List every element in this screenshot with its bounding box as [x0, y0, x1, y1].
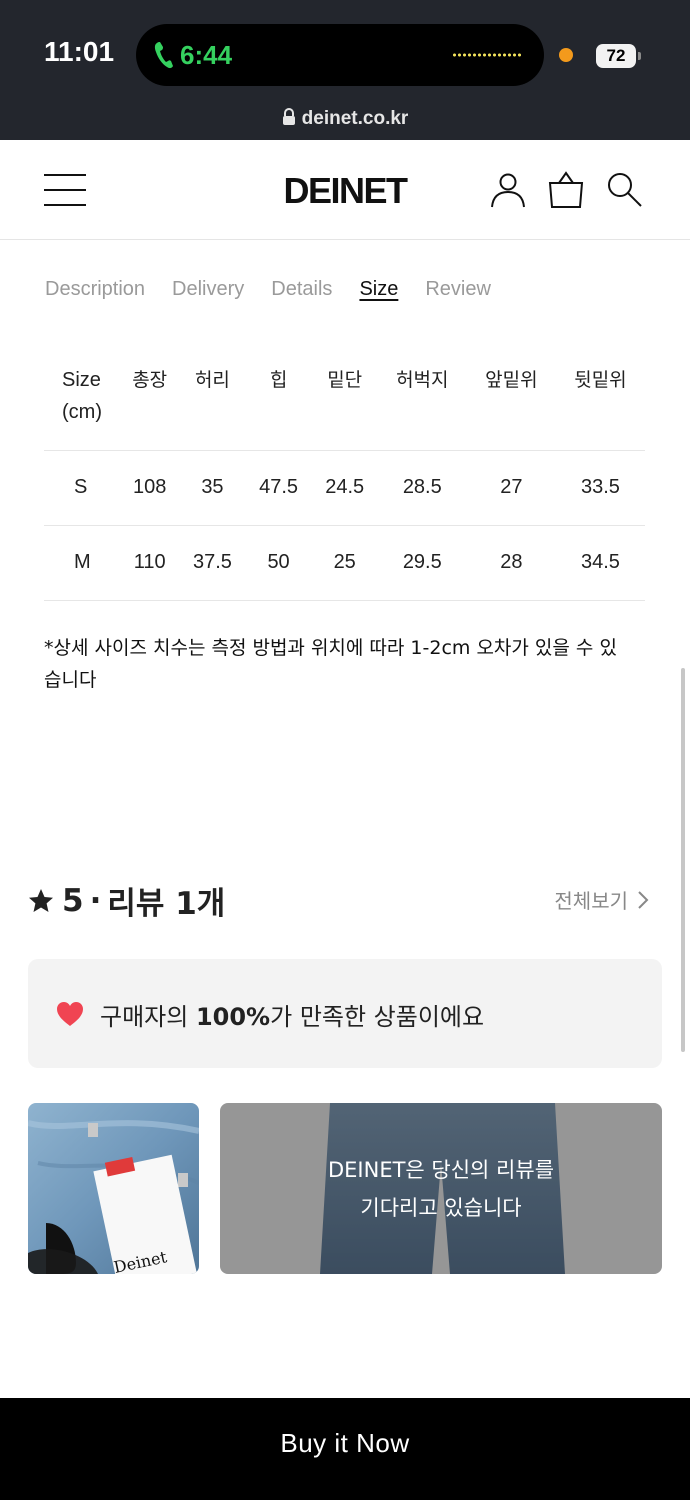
- column-header: 앞밑위: [466, 352, 556, 451]
- review-count: 리뷰 1개: [107, 886, 226, 922]
- site-header: DEINET: [0, 140, 690, 240]
- url-text: deinet.co.kr: [301, 108, 409, 129]
- heart-icon: [57, 1002, 83, 1026]
- placeholder-line-2: 기다리고 있습니다: [360, 1196, 522, 1220]
- search-icon[interactable]: [604, 170, 644, 210]
- review-summary: 5 · 리뷰 1개: [28, 878, 225, 923]
- buy-now-button[interactable]: Buy it Now: [0, 1398, 690, 1500]
- tab-size[interactable]: Size: [359, 278, 398, 301]
- site-logo[interactable]: DEINET: [0, 170, 690, 212]
- chevron-right-icon: [638, 890, 649, 909]
- table-cell: 47.5: [245, 450, 312, 526]
- recording-dot-icon: [559, 48, 573, 62]
- table-cell: 108: [120, 450, 180, 526]
- call-indicator[interactable]: 6:44: [136, 24, 544, 86]
- call-duration: 6:44: [180, 40, 233, 70]
- product-tabs: Description Delivery Details Size Review: [45, 278, 491, 301]
- column-header: 허리: [179, 352, 246, 451]
- size-header-label: Size: [62, 369, 101, 391]
- hamburger-menu-icon[interactable]: [44, 172, 86, 208]
- table-cell: 28.5: [377, 450, 467, 526]
- table-cell: 37.5: [179, 525, 246, 601]
- column-header: 힙: [245, 352, 312, 451]
- size-cell: M: [44, 525, 120, 601]
- table-cell: 50: [245, 525, 312, 601]
- lock-icon: [282, 108, 295, 125]
- tab-review[interactable]: Review: [425, 278, 491, 301]
- phone-icon: [154, 42, 173, 69]
- size-header: Size (cm): [44, 352, 120, 451]
- table-cell: 34.5: [555, 525, 645, 601]
- column-header: 뒷밑위: [555, 352, 645, 451]
- table-cell: 27: [466, 450, 556, 526]
- satisfaction-banner: 구매자의 100%가 만족한 상품이에요: [28, 959, 662, 1068]
- size-note: *상세 사이즈 치수는 측정 방법과 위치에 따라 1-2cm 오차가 있을 수…: [44, 637, 617, 691]
- table-cell: 25: [311, 525, 378, 601]
- review-separator: ·: [89, 882, 102, 919]
- account-icon[interactable]: [488, 170, 528, 210]
- table-row: S 108 35 47.5 24.5 28.5 27 33.5: [44, 450, 645, 526]
- page-scrollbar[interactable]: [681, 668, 685, 1052]
- placeholder-text: DEINET은 당신의 리뷰를 기다리고 있습니다: [220, 1151, 662, 1227]
- star-icon: [29, 888, 53, 912]
- table-row: M 110 37.5 50 25 29.5 28 34.5: [44, 525, 645, 601]
- size-cell: S: [44, 450, 120, 526]
- table-cell: 24.5: [311, 450, 378, 526]
- table-cell: 33.5: [555, 450, 645, 526]
- tab-details[interactable]: Details: [271, 278, 332, 301]
- placeholder-line-1: DEINET은 당신의 리뷰를: [327, 1158, 555, 1182]
- review-rating: 5: [62, 882, 84, 919]
- review-placeholder[interactable]: DEINET은 당신의 리뷰를 기다리고 있습니다: [220, 1103, 662, 1274]
- table-cell: 35: [179, 450, 246, 526]
- battery-level: 72: [596, 44, 636, 68]
- column-header: 허벅지: [377, 352, 467, 451]
- tab-description[interactable]: Description: [45, 278, 145, 301]
- review-photo-image: Deinet: [28, 1103, 199, 1274]
- status-time: 11:01: [44, 36, 115, 67]
- column-header: 밑단: [311, 352, 378, 451]
- column-header: 총장: [120, 352, 180, 451]
- size-header-unit: (cm): [62, 401, 102, 423]
- tab-delivery[interactable]: Delivery: [172, 278, 244, 301]
- table-cell: 29.5: [377, 525, 467, 601]
- cart-icon[interactable]: [546, 170, 586, 210]
- review-photo-thumbnail[interactable]: Deinet: [28, 1103, 199, 1274]
- view-all-label: 전체보기: [554, 889, 628, 913]
- audio-wave-icon: [452, 52, 522, 58]
- table-cell: 28: [466, 525, 556, 601]
- status-bar: 11:01 6:44 72 deinet.co.kr: [0, 0, 690, 140]
- satisfaction-text: 구매자의 100%가 만족한 상품이에요: [100, 1003, 485, 1031]
- size-table: Size (cm) 총장 허리 힙 밑단 허벅지 앞밑위 뒷밑위 S 108 3…: [44, 352, 645, 601]
- battery-tip-icon: [638, 52, 641, 60]
- satisfaction-percent: 100%: [195, 1003, 271, 1031]
- view-all-reviews-link[interactable]: 전체보기: [554, 885, 650, 914]
- size-table-header-row: Size (cm) 총장 허리 힙 밑단 허벅지 앞밑위 뒷밑위: [44, 352, 645, 451]
- url-bar[interactable]: deinet.co.kr: [0, 108, 690, 130]
- table-cell: 110: [120, 525, 180, 601]
